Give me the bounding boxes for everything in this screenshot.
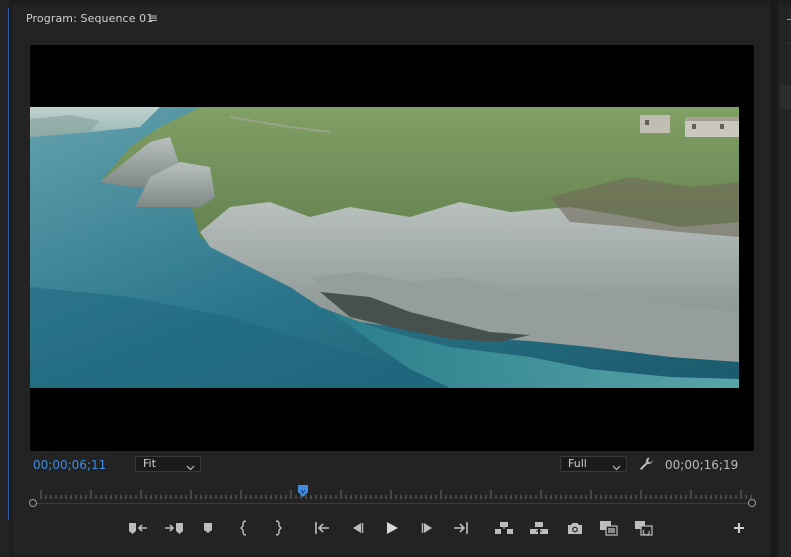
zoom-scroll-track[interactable]	[33, 503, 750, 504]
go-to-in-point-icon	[315, 522, 329, 534]
right-panel-control[interactable]	[780, 85, 791, 109]
go-to-out-button[interactable]	[267, 519, 287, 537]
mark-out-icon	[165, 523, 183, 534]
chevron-down-icon	[612, 461, 621, 475]
go-to-out-point-button[interactable]	[451, 519, 471, 537]
left-panel-edge	[0, 0, 9, 557]
program-monitor-panel: Program: Sequence 01 ≡ 00;00;06;11 Fit F…	[13, 5, 770, 555]
right-panel-tab-divider	[787, 43, 791, 44]
panel-menu-icon[interactable]: ≡	[148, 11, 158, 25]
zoom-handle-left[interactable]	[29, 499, 37, 507]
panel-title[interactable]: Program: Sequence 01	[26, 12, 153, 25]
current-timecode[interactable]: 00;00;06;11	[33, 458, 106, 472]
playback-resolution-select[interactable]: Full	[560, 456, 627, 472]
vr-video-button[interactable]	[634, 519, 654, 537]
lift-button[interactable]	[494, 519, 514, 537]
zoom-handle-right[interactable]	[748, 499, 756, 507]
playback-resolution-value: Full	[568, 457, 587, 470]
vr-video-icon	[635, 521, 653, 536]
step-forward-button[interactable]	[418, 519, 438, 537]
play-icon	[387, 522, 398, 534]
comparison-view-button[interactable]	[599, 519, 619, 537]
zoom-level-select[interactable]: Fit	[135, 456, 201, 472]
go-to-in-point-button[interactable]	[312, 519, 332, 537]
mark-out-button[interactable]	[164, 519, 184, 537]
step-back-icon	[353, 523, 364, 533]
button-editor-icon	[734, 523, 744, 533]
go-to-in-button[interactable]	[235, 519, 255, 537]
playhead-marker[interactable]	[297, 485, 308, 497]
play-button[interactable]	[382, 519, 402, 537]
wrench-icon[interactable]	[638, 456, 654, 472]
panel-divider[interactable]	[770, 0, 778, 557]
panel-focus-line	[8, 8, 9, 520]
comparison-view-icon	[600, 521, 618, 536]
extract-button[interactable]	[529, 519, 549, 537]
mark-in-icon	[129, 523, 147, 534]
right-panel-tab[interactable]	[787, 19, 791, 34]
go-to-out-icon	[275, 520, 282, 536]
right-panel-edge	[778, 5, 791, 557]
duration-timecode: 00;00;16;19	[665, 458, 739, 472]
go-to-in-icon	[240, 520, 247, 536]
video-frame	[30, 107, 739, 388]
coastline-frame-image	[30, 107, 739, 388]
chevron-down-icon	[186, 461, 195, 475]
extract-icon	[530, 522, 548, 534]
export-frame-button[interactable]	[565, 519, 585, 537]
mark-in-button[interactable]	[128, 519, 148, 537]
time-ruler[interactable]	[26, 485, 756, 501]
zoom-level-value: Fit	[143, 457, 156, 470]
lift-icon	[495, 522, 513, 534]
program-monitor-video[interactable]	[30, 45, 754, 451]
step-forward-icon	[421, 523, 432, 533]
export-frame-icon	[568, 523, 582, 534]
go-to-out-point-icon	[454, 522, 468, 534]
step-back-button[interactable]	[347, 519, 367, 537]
add-marker-icon	[204, 523, 212, 533]
button-editor-button[interactable]	[729, 519, 749, 537]
add-marker-button[interactable]	[198, 519, 218, 537]
